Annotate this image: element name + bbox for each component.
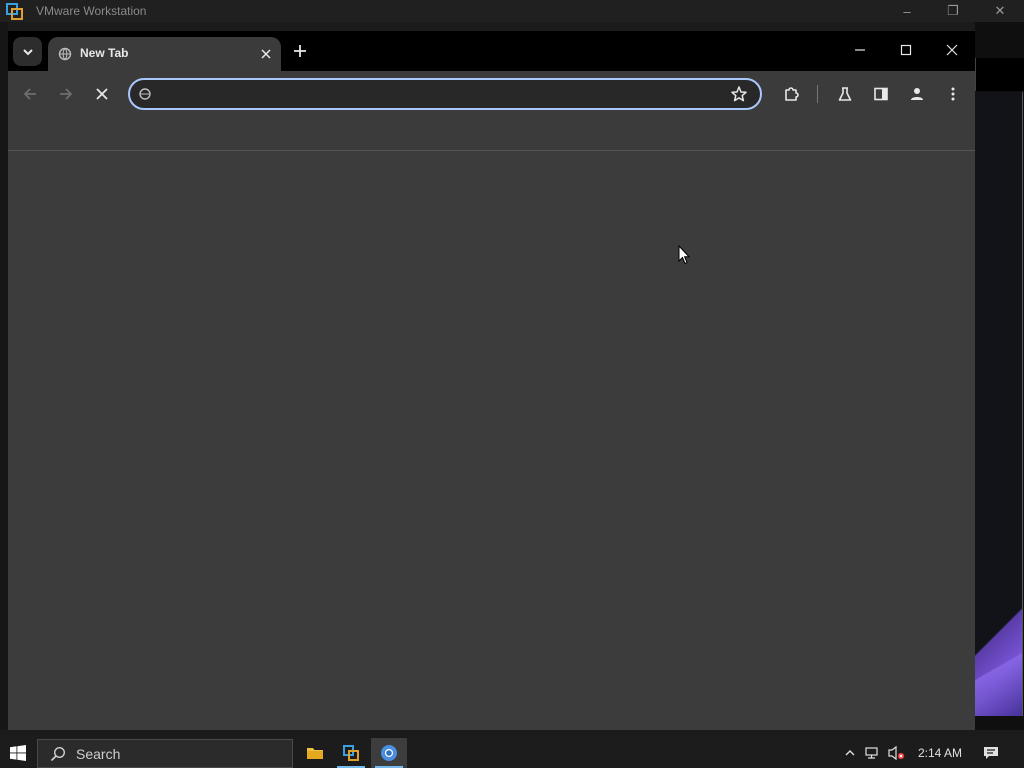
vmware-restore-button[interactable]: ❐	[930, 0, 976, 22]
close-icon	[261, 49, 271, 59]
maximize-button[interactable]	[883, 33, 929, 67]
site-info-icon	[139, 88, 151, 100]
side-panel-icon	[874, 87, 888, 101]
tab-title: New Tab	[80, 46, 129, 60]
chevron-down-icon	[22, 48, 33, 55]
puzzle-icon	[785, 87, 799, 101]
more-vertical-icon	[951, 87, 955, 101]
tab-strip: New Tab	[8, 31, 975, 71]
taskbar-clock[interactable]: 2:14 AM	[918, 746, 962, 760]
close-icon	[96, 88, 108, 100]
bookmarks-bar	[8, 117, 975, 151]
vmware-titlebar: VMware Workstation – ❐ ✕	[0, 0, 1024, 22]
vmware-close-button[interactable]: ✕	[977, 0, 1023, 22]
vmware-title: VMware Workstation	[36, 4, 147, 18]
taskbar-search-box[interactable]: Search	[37, 739, 293, 768]
vmware-right-toolbar	[975, 58, 1024, 91]
star-icon[interactable]	[730, 85, 748, 103]
network-icon	[865, 747, 878, 759]
stop-loading-button[interactable]	[88, 80, 116, 108]
show-hidden-icons-button[interactable]	[841, 744, 859, 762]
forward-button[interactable]	[52, 80, 80, 108]
flask-icon	[838, 87, 852, 101]
mouse-cursor-icon	[678, 245, 690, 265]
menu-button[interactable]	[939, 80, 967, 108]
vmware-logo-icon	[6, 3, 23, 20]
close-window-button[interactable]	[929, 33, 975, 67]
address-input[interactable]	[160, 84, 724, 106]
maximize-icon	[900, 44, 912, 56]
notification-icon	[984, 747, 998, 759]
vmware-left-strip	[0, 22, 8, 730]
back-button[interactable]	[16, 80, 44, 108]
taskbar-search-placeholder: Search	[76, 746, 121, 762]
notifications-button[interactable]	[982, 744, 1000, 762]
chevron-up-icon	[845, 750, 855, 756]
globe-icon	[58, 47, 72, 61]
avatar-icon	[911, 88, 923, 100]
minimize-icon	[855, 49, 865, 51]
toolbar-divider	[817, 85, 818, 103]
tab-search-button[interactable]	[13, 37, 42, 66]
chrome-window: New Tab	[8, 31, 975, 730]
side-panel-button[interactable]	[867, 80, 895, 108]
vmware-icon	[343, 745, 359, 761]
volume-button[interactable]	[887, 744, 905, 762]
taskbar-vmware[interactable]	[333, 738, 369, 768]
extensions-button[interactable]	[778, 80, 806, 108]
address-bar[interactable]	[128, 78, 762, 110]
profile-button[interactable]	[903, 80, 931, 108]
new-tab-button[interactable]	[288, 39, 312, 63]
taskbar-chrome[interactable]	[371, 738, 407, 768]
network-button[interactable]	[864, 744, 882, 762]
arrow-right-icon	[60, 88, 73, 100]
search-icon	[50, 746, 66, 762]
chrome-icon	[381, 745, 397, 761]
taskbar: Search 2:14 AM	[0, 738, 1024, 768]
folder-icon	[307, 748, 323, 759]
taskbar-file-explorer[interactable]	[297, 738, 333, 768]
vmware-desktop-wallpaper	[975, 92, 1023, 716]
page-content[interactable]	[8, 151, 975, 730]
arrow-left-icon	[23, 88, 36, 100]
start-button[interactable]	[0, 738, 36, 768]
close-icon	[946, 44, 958, 56]
vmware-minimize-button[interactable]: –	[884, 0, 930, 22]
browser-toolbar	[8, 71, 975, 117]
labs-button[interactable]	[831, 80, 859, 108]
windows-logo-icon	[10, 745, 26, 761]
volume-muted-icon	[888, 745, 905, 761]
plus-icon	[294, 45, 306, 57]
tab-close-button[interactable]	[257, 45, 275, 63]
tab-new-tab[interactable]: New Tab	[48, 37, 281, 71]
minimize-button[interactable]	[837, 33, 883, 67]
